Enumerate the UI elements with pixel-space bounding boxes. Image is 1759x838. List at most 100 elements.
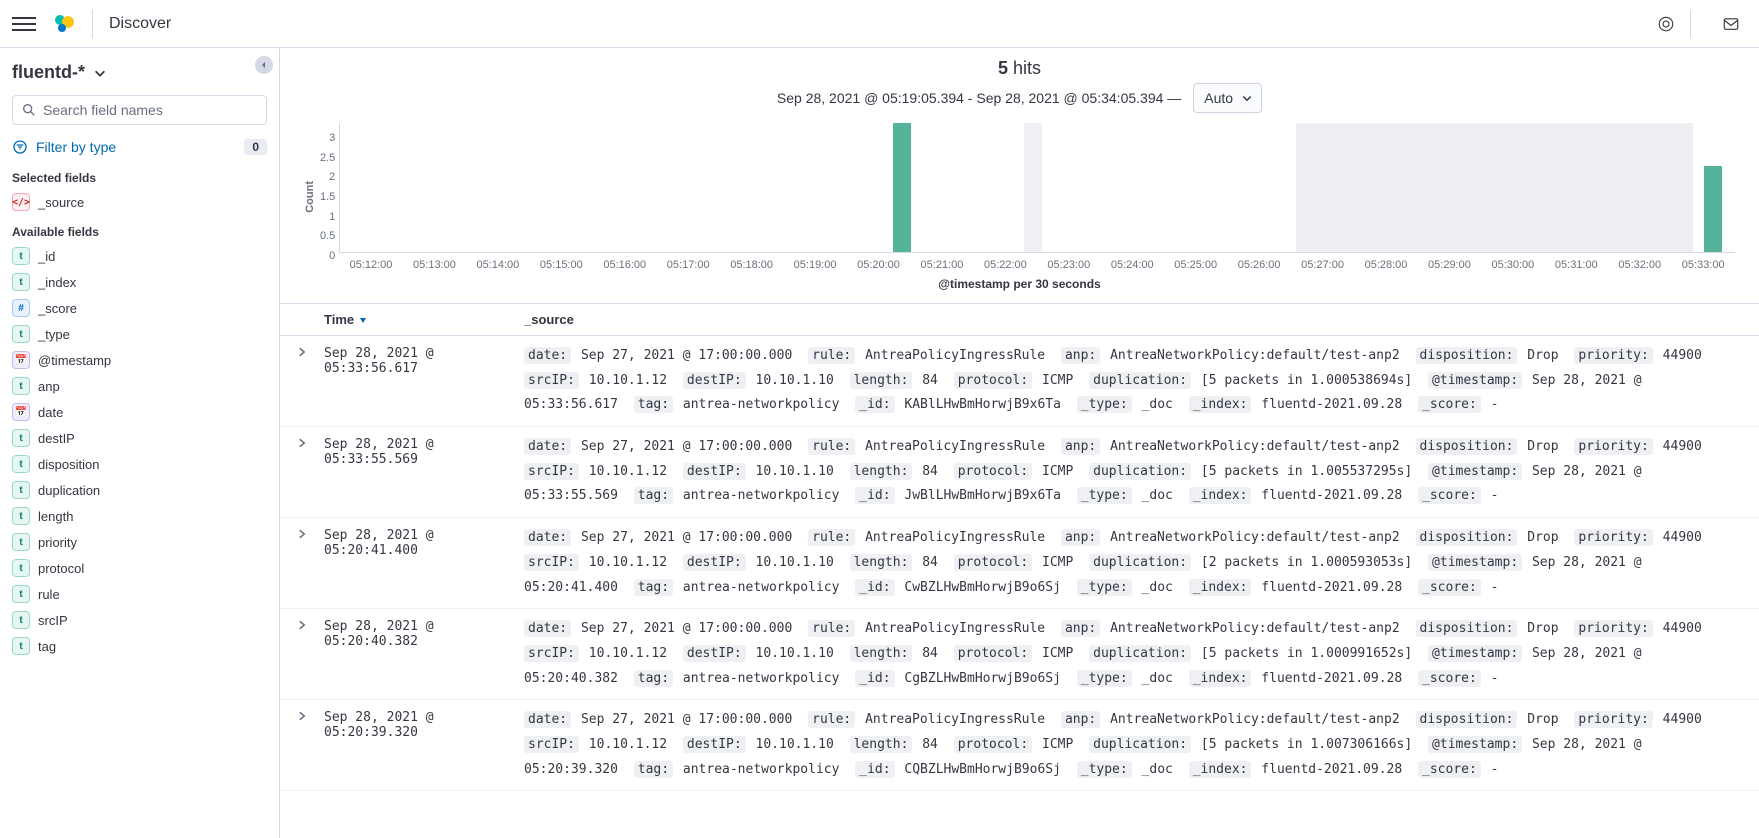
- filter-by-type-button[interactable]: Filter by type 0: [8, 133, 271, 161]
- collapse-sidebar-button[interactable]: [255, 56, 273, 74]
- field-search-input-wrap[interactable]: [12, 95, 267, 125]
- source-field-value: 10.10.1.12: [581, 464, 675, 479]
- field-item[interactable]: t_type: [8, 321, 271, 347]
- interval-select[interactable]: Auto: [1193, 83, 1262, 113]
- source-field-key: tag:: [634, 579, 673, 596]
- expand-row-button[interactable]: [296, 526, 324, 600]
- histogram-chart[interactable]: Count 32.521.510.50 05:12:0005:13:0005:1…: [280, 113, 1759, 303]
- source-field-value: AntreaNetworkPolicy:default/test-anp2: [1102, 712, 1407, 727]
- help-icon[interactable]: [1650, 8, 1682, 40]
- field-item[interactable]: ttag: [8, 633, 271, 659]
- field-item[interactable]: tsrcIP: [8, 607, 271, 633]
- field-item[interactable]: tdisposition: [8, 451, 271, 477]
- source-field-key: protocol:: [954, 645, 1032, 662]
- source-field-key: _type:: [1077, 396, 1132, 413]
- mail-icon[interactable]: [1715, 8, 1747, 40]
- chart-bar[interactable]: [893, 123, 911, 252]
- chart-brush-selection[interactable]: [1296, 123, 1693, 252]
- source-field-value: KABlLHwBmHorwjB9x6Ta: [897, 397, 1069, 412]
- field-type-icon: t: [12, 507, 30, 525]
- source-field-value: _doc: [1134, 397, 1181, 412]
- source-field-key: anp:: [1061, 438, 1100, 455]
- source-field-key: _score:: [1418, 761, 1481, 778]
- source-field-key: _type:: [1077, 579, 1132, 596]
- field-item[interactable]: tlength: [8, 503, 271, 529]
- source-field-value: -: [1483, 397, 1499, 412]
- field-item[interactable]: tdestIP: [8, 425, 271, 451]
- source-field-key: rule:: [808, 438, 855, 455]
- row-timestamp: Sep 28, 2021 @ 05:20:39.320: [324, 708, 524, 782]
- source-field-value: fluentd-2021.09.28: [1253, 671, 1410, 686]
- field-name-label: rule: [38, 587, 60, 602]
- expand-row-button[interactable]: [296, 708, 324, 782]
- source-field-key: destIP:: [683, 463, 746, 480]
- source-field-value: antrea-networkpolicy: [675, 488, 847, 503]
- divider: [1690, 10, 1691, 38]
- source-field-value: Drop: [1519, 530, 1566, 545]
- source-field-key: _score:: [1418, 396, 1481, 413]
- chart-plot-area[interactable]: [339, 123, 1735, 253]
- source-field-key: protocol:: [954, 554, 1032, 571]
- source-field-value: 84: [914, 373, 945, 388]
- source-field-key: length:: [850, 463, 913, 480]
- source-field-value: ICMP: [1034, 646, 1081, 661]
- main-content: 5 hits Sep 28, 2021 @ 05:19:05.394 - Sep…: [280, 48, 1759, 838]
- field-item[interactable]: </>_source: [8, 189, 271, 215]
- field-name-label: _id: [38, 249, 55, 264]
- x-axis-label: @timestamp per 30 seconds: [304, 271, 1735, 303]
- source-field-value: [5 packets in 1.000991652s]: [1193, 646, 1420, 661]
- source-field-key: length:: [850, 736, 913, 753]
- source-field-value: -: [1483, 671, 1499, 686]
- source-field-value: CgBZLHwBmHorwjB9o6Sj: [897, 671, 1069, 686]
- source-field-key: length:: [850, 645, 913, 662]
- field-item[interactable]: trule: [8, 581, 271, 607]
- table-row: Sep 28, 2021 @ 05:33:56.617date: Sep 27,…: [280, 336, 1759, 427]
- row-source: date: Sep 27, 2021 @ 17:00:00.000 rule: …: [524, 435, 1743, 509]
- source-field-value: 84: [914, 646, 945, 661]
- source-field-value: 10.10.1.12: [581, 373, 675, 388]
- field-item[interactable]: #_score: [8, 295, 271, 321]
- elastic-logo-icon[interactable]: [52, 12, 76, 36]
- expand-row-button[interactable]: [296, 435, 324, 509]
- source-field-value: ICMP: [1034, 737, 1081, 752]
- field-item[interactable]: t_index: [8, 269, 271, 295]
- field-name-label: @timestamp: [38, 353, 111, 368]
- source-field-value: Sep 27, 2021 @ 17:00:00.000: [573, 348, 800, 363]
- source-field-value: fluentd-2021.09.28: [1253, 762, 1410, 777]
- source-field-value: AntreaPolicyIngressRule: [857, 530, 1053, 545]
- topbar: Discover: [0, 0, 1759, 48]
- source-field-value: fluentd-2021.09.28: [1253, 488, 1410, 503]
- chart-bar[interactable]: [1704, 166, 1722, 252]
- column-source-header[interactable]: _source: [524, 312, 1743, 327]
- field-item[interactable]: 📅@timestamp: [8, 347, 271, 373]
- field-item[interactable]: tprotocol: [8, 555, 271, 581]
- source-field-value: Sep 27, 2021 @ 17:00:00.000: [573, 439, 800, 454]
- row-source: date: Sep 27, 2021 @ 17:00:00.000 rule: …: [524, 526, 1743, 600]
- source-field-key: anp:: [1061, 711, 1100, 728]
- field-item[interactable]: t _id: [8, 243, 271, 269]
- source-field-key: destIP:: [683, 645, 746, 662]
- field-type-icon: t: [12, 247, 30, 265]
- source-field-value: 84: [914, 464, 945, 479]
- column-time-header[interactable]: Time: [324, 312, 524, 327]
- field-item[interactable]: 📅date: [8, 399, 271, 425]
- chevron-down-icon: [93, 66, 107, 80]
- source-field-key: duplication:: [1089, 645, 1191, 662]
- field-search-input[interactable]: [43, 102, 258, 118]
- index-pattern-label: fluentd-*: [12, 62, 85, 83]
- source-field-key: disposition:: [1416, 347, 1518, 364]
- field-item[interactable]: tduplication: [8, 477, 271, 503]
- table-header: Time _source: [280, 303, 1759, 336]
- source-field-value: AntreaNetworkPolicy:default/test-anp2: [1102, 530, 1407, 545]
- field-item[interactable]: tanp: [8, 373, 271, 399]
- expand-row-button[interactable]: [296, 344, 324, 418]
- source-field-value: 10.10.1.10: [748, 737, 842, 752]
- index-pattern-select[interactable]: fluentd-*: [8, 56, 271, 95]
- expand-row-button[interactable]: [296, 617, 324, 691]
- field-item[interactable]: tpriority: [8, 529, 271, 555]
- available-fields-label: Available fields: [8, 215, 271, 243]
- source-field-value: -: [1483, 762, 1499, 777]
- source-field-key: rule:: [808, 529, 855, 546]
- chart-bar-inactive: [1024, 123, 1042, 252]
- menu-toggle-button[interactable]: [12, 17, 36, 31]
